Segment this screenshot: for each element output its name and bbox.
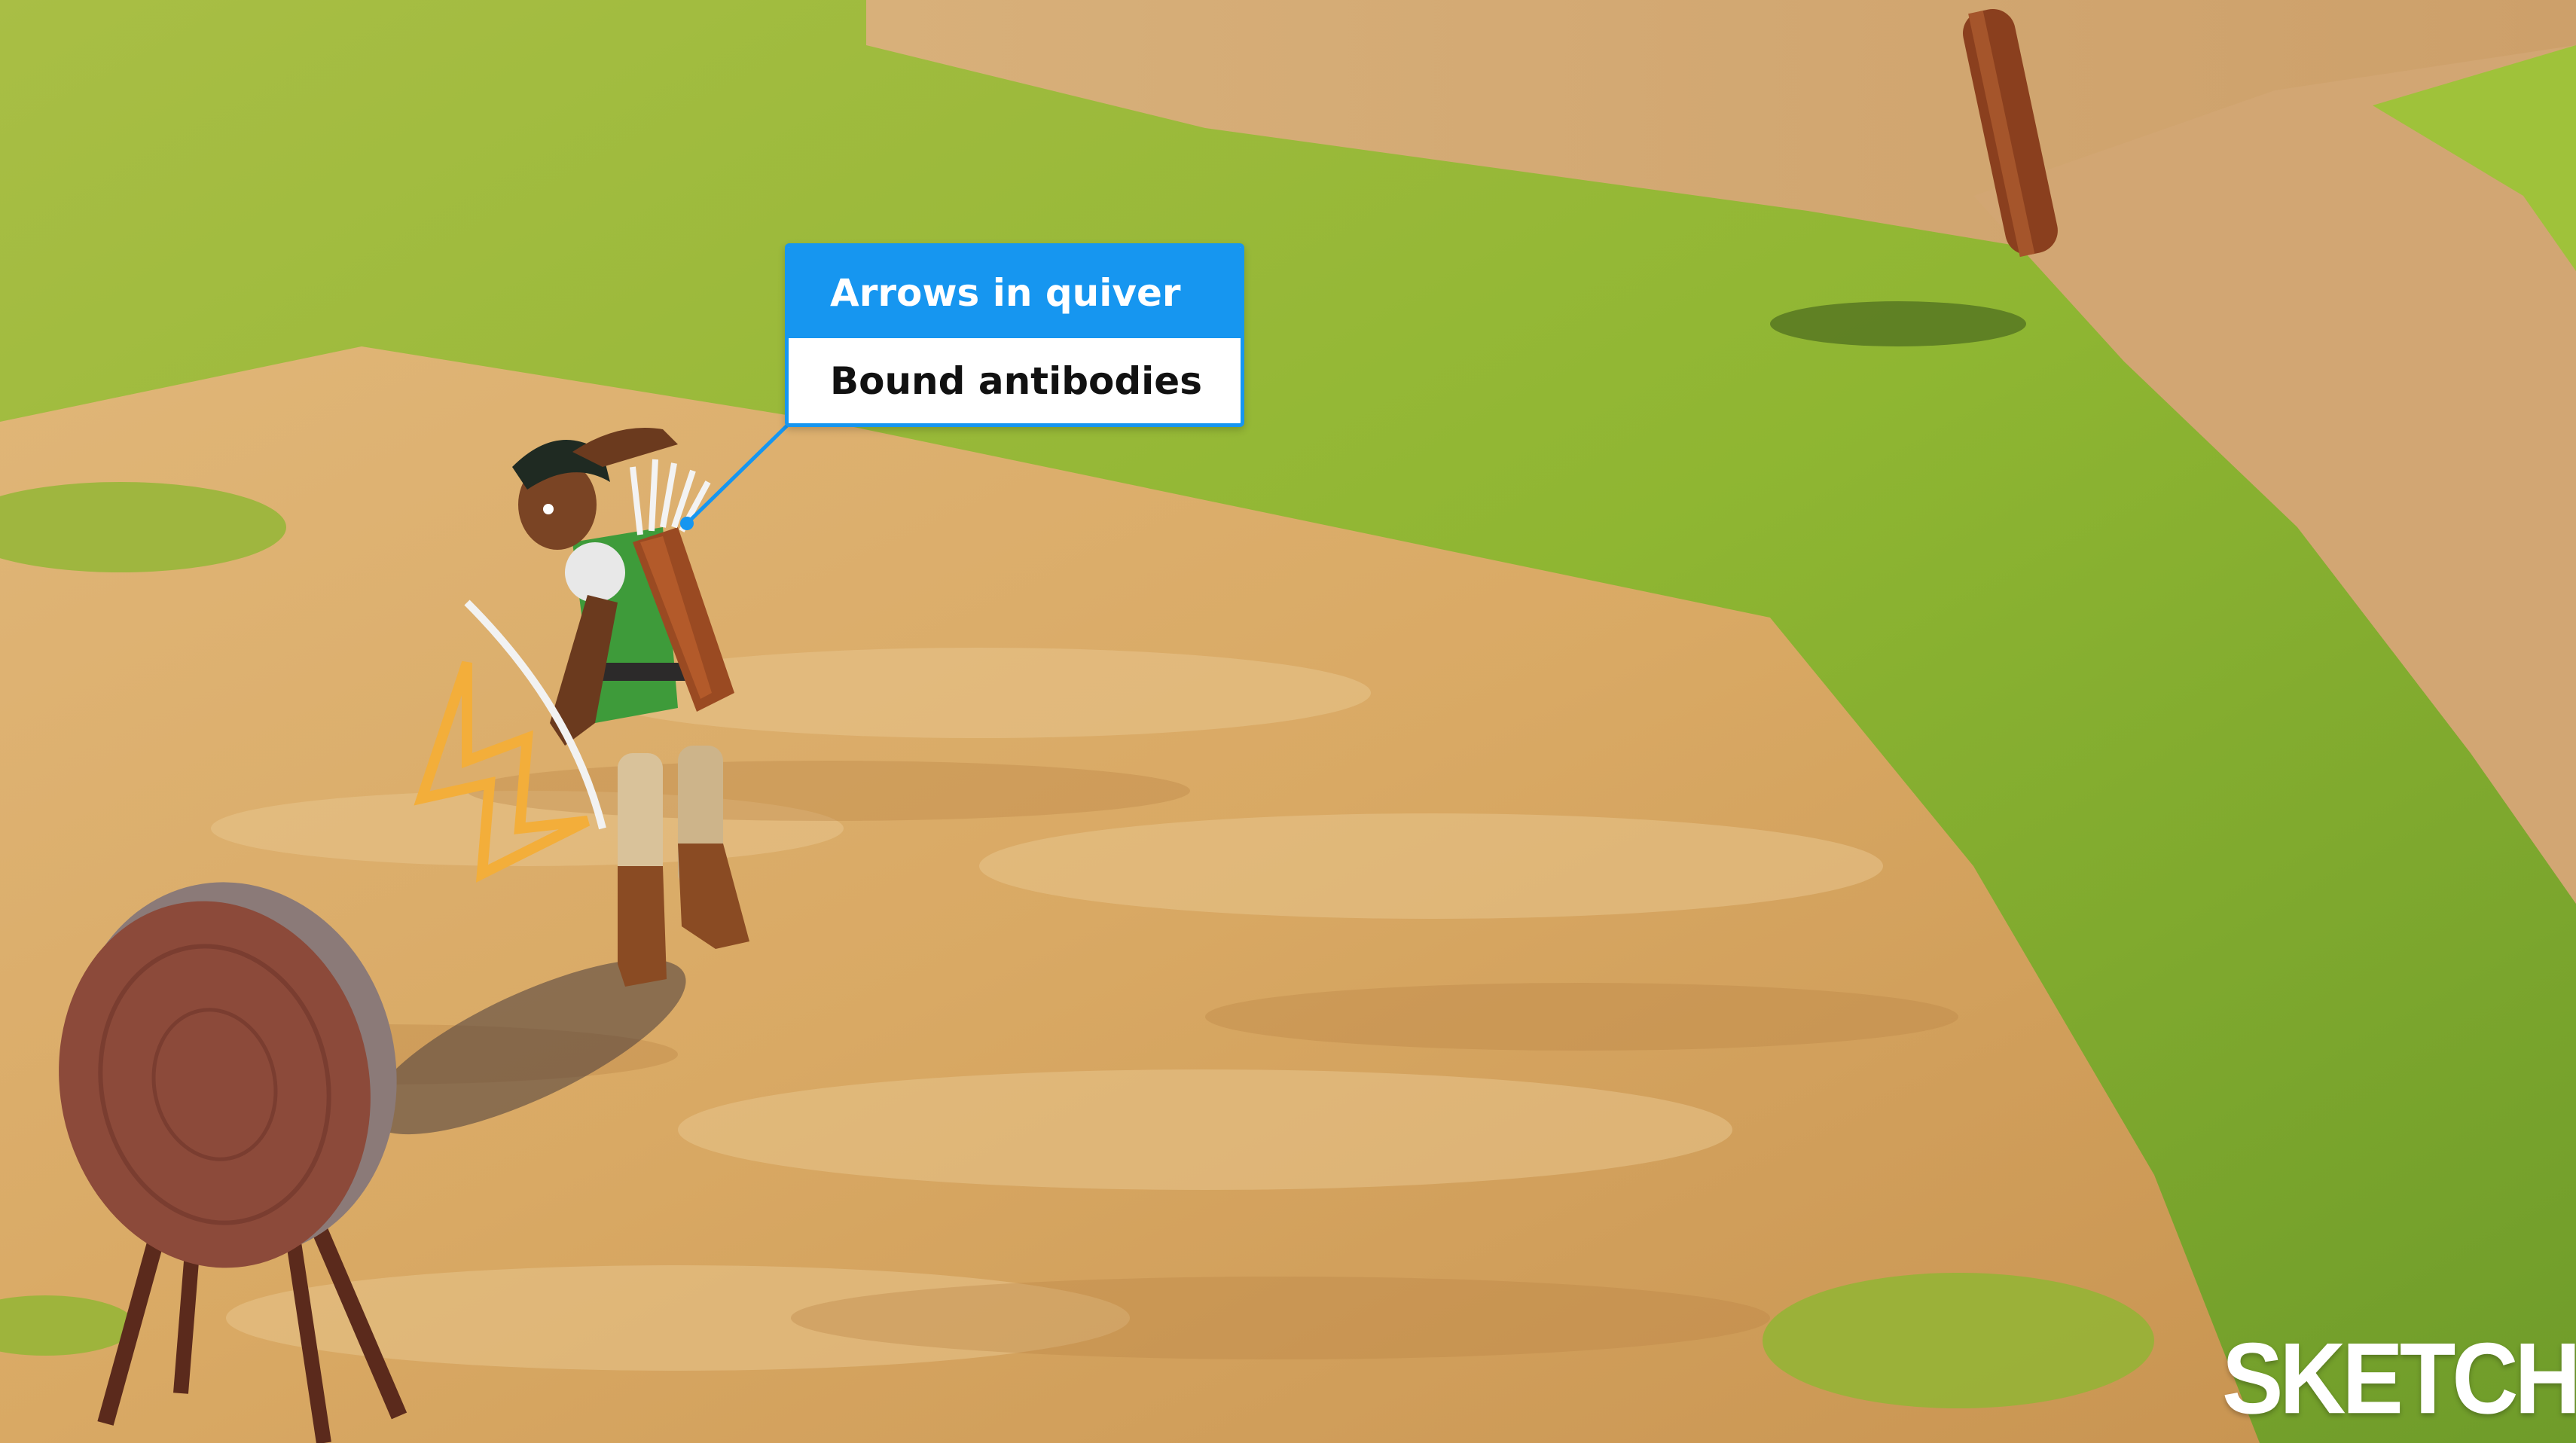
callout-title-bar: Arrows in quiver <box>789 247 1241 338</box>
callout-anchor-dot <box>680 517 694 530</box>
archery-field-illustration <box>0 0 2576 1443</box>
sketchy-logo: SKETCHY <box>2222 1322 2576 1435</box>
video-frame: Arrows in quiver Bound antibodies SKETCH… <box>0 0 2576 1443</box>
callout-label: Bound antibodies <box>830 358 1202 403</box>
annotation-callout: Arrows in quiver Bound antibodies <box>785 243 1244 427</box>
callout-body: Bound antibodies <box>789 338 1241 423</box>
callout-title: Arrows in quiver <box>830 270 1181 315</box>
